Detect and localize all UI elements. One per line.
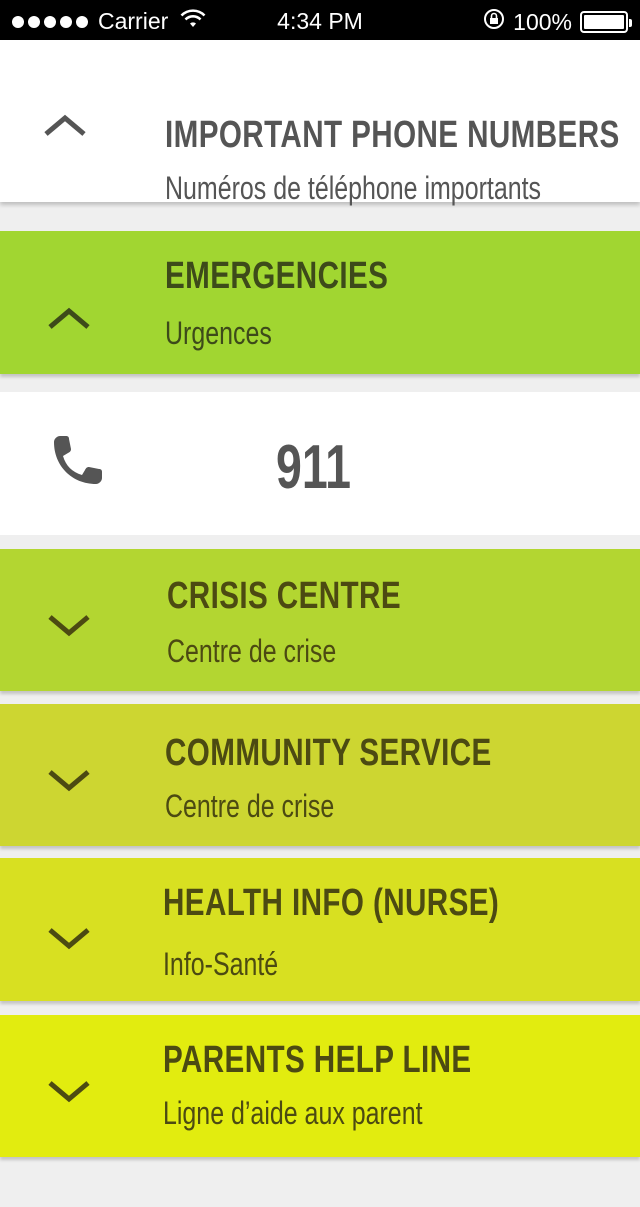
section-subtitle: Centre de crise [165, 788, 335, 824]
section-title: PARENTS HELP LINE [163, 1039, 472, 1081]
page-header[interactable]: IMPORTANT PHONE NUMBERS Numéros de télép… [0, 40, 640, 206]
section-community-service[interactable]: COMMUNITY SERVICE Centre de crise [0, 704, 640, 846]
chevron-down-icon[interactable] [46, 1079, 92, 1105]
chevron-down-icon[interactable] [46, 613, 92, 639]
rotation-lock-icon [483, 8, 505, 36]
section-title: HEALTH INFO (NURSE) [163, 882, 500, 924]
section-subtitle: Centre de crise [167, 633, 337, 669]
section-title: EMERGENCIES [165, 255, 389, 297]
section-title: COMMUNITY SERVICE [165, 732, 492, 774]
chevron-down-icon[interactable] [46, 768, 92, 794]
section-health-info[interactable]: HEALTH INFO (NURSE) Info-Santé [0, 858, 640, 1001]
phone-number-row[interactable]: 911 [0, 392, 640, 535]
section-parents-help-line[interactable]: PARENTS HELP LINE Ligne d’aide aux paren… [0, 1015, 640, 1157]
page-title: IMPORTANT PHONE NUMBERS [165, 114, 620, 156]
phone-number[interactable]: 911 [276, 432, 351, 503]
chevron-up-icon[interactable] [42, 112, 88, 138]
battery-icon [580, 11, 632, 33]
chevron-up-icon[interactable] [46, 305, 92, 331]
chevron-down-icon[interactable] [46, 926, 92, 952]
phone-icon[interactable] [48, 434, 104, 490]
section-title: CRISIS CENTRE [167, 575, 401, 617]
section-subtitle: Urgences [165, 315, 272, 351]
section-emergencies[interactable]: EMERGENCIES Urgences [0, 231, 640, 374]
section-crisis-centre[interactable]: CRISIS CENTRE Centre de crise [0, 549, 640, 691]
status-bar: Carrier 4:34 PM 100% [0, 0, 640, 40]
section-subtitle: Ligne d’aide aux parent [163, 1095, 423, 1131]
section-subtitle: Info-Santé [163, 946, 279, 982]
page-subtitle: Numéros de téléphone importants [165, 170, 541, 206]
battery-percent: 100% [513, 8, 572, 35]
